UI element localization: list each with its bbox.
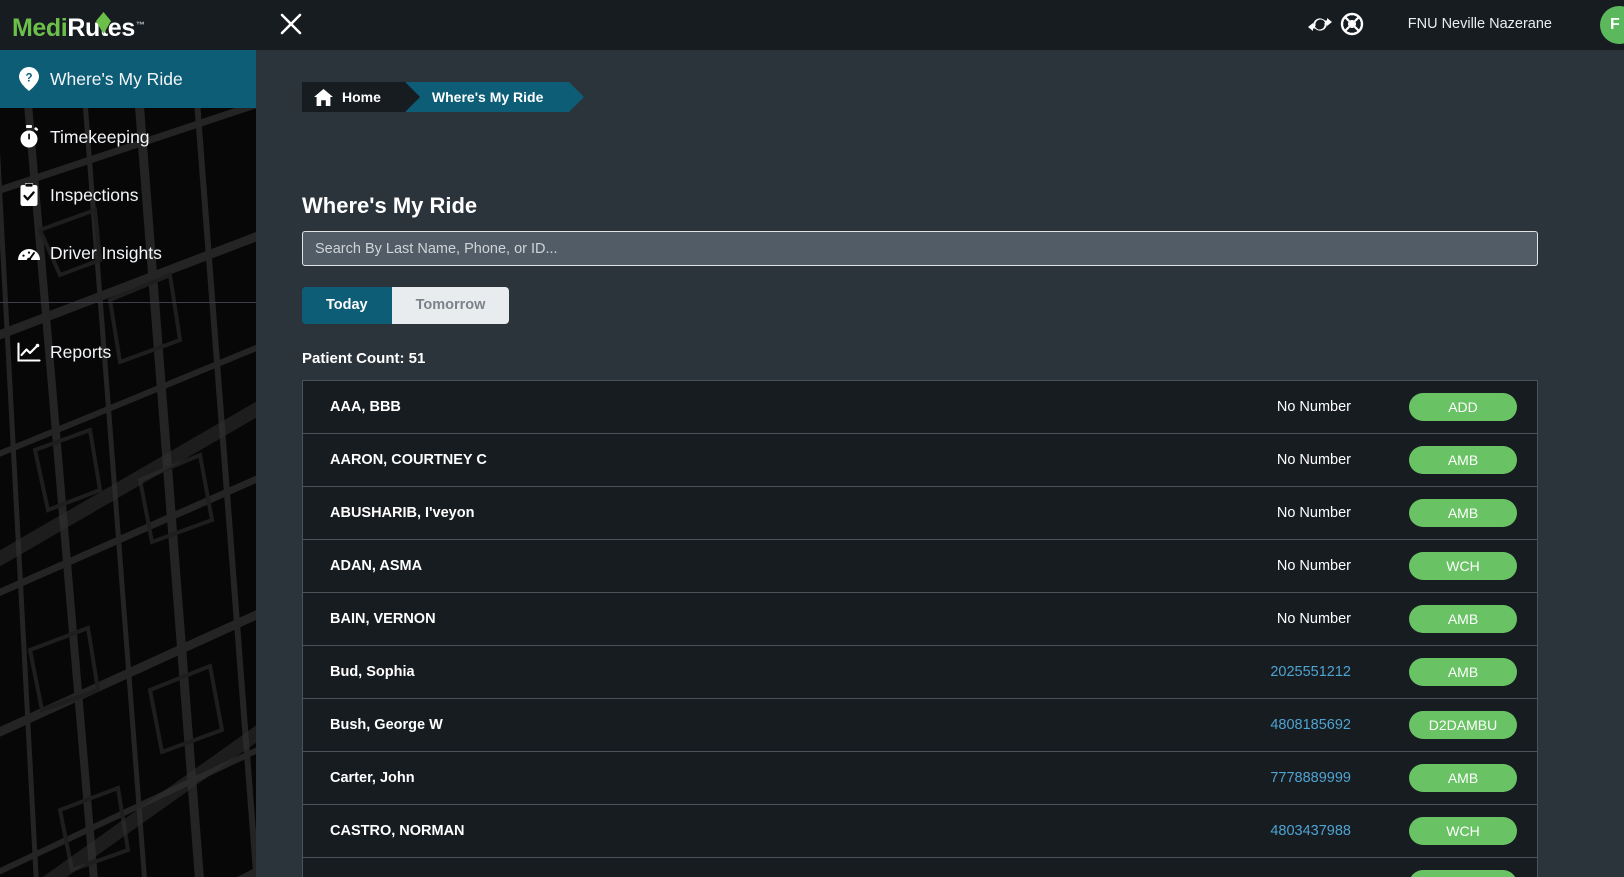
patient-name: AARON, COURTNEY C xyxy=(330,452,487,468)
search-input[interactable] xyxy=(302,231,1538,266)
status-badge[interactable]: AMB xyxy=(1409,605,1517,633)
tab-tomorrow[interactable]: Tomorrow xyxy=(391,287,510,324)
patient-name: ABUSHARIB, I'veyon xyxy=(330,505,475,521)
table-row[interactable]: Bush, George W 4808185692 D2DAMBU xyxy=(303,699,1537,752)
patient-name: Bud, Sophia xyxy=(330,664,415,680)
status-badge[interactable]: WCH xyxy=(1409,552,1517,580)
day-toggle-group: Today Tomorrow xyxy=(302,287,510,324)
patient-phone-none: No Number xyxy=(1276,558,1351,574)
status-badge[interactable]: AMB xyxy=(1409,658,1517,686)
sidebar-item-label: Inspections xyxy=(50,184,139,205)
breadcrumb-home-label: Home xyxy=(342,89,381,105)
chart-line-icon xyxy=(14,339,44,365)
sidebar-item-label: Where's My Ride xyxy=(50,68,183,89)
gauge-icon xyxy=(14,240,44,266)
status-badge[interactable]: D2DAMBU xyxy=(1409,711,1517,739)
map-pin-question-icon: ? xyxy=(14,66,44,92)
avatar[interactable]: F xyxy=(1600,6,1624,44)
table-row[interactable]: ABUSHARIB, I'veyon No Number AMB xyxy=(303,487,1537,540)
logo-pin-icon xyxy=(96,12,111,34)
patient-list: AAA, BBB No Number ADD AARON, COURTNEY C No … xyxy=(302,380,1538,877)
page-title: Where's My Ride xyxy=(302,193,478,218)
close-icon[interactable] xyxy=(274,7,308,41)
patient-count-label: Patient Count: 51 xyxy=(302,350,426,367)
table-row[interactable]: AAA, BBB No Number ADD xyxy=(303,381,1537,434)
table-row[interactable]: Carter, John 7778889999 AMB xyxy=(303,752,1537,805)
sidebar-item-reports[interactable]: Reports xyxy=(0,323,256,381)
status-badge[interactable]: AMB xyxy=(1409,446,1517,474)
main-content: Home Where's My Ride Where's My Ride Tod… xyxy=(256,50,1624,877)
table-row[interactable]: Bud, Sophia 2025551212 AMB xyxy=(303,646,1537,699)
table-row[interactable]: COMITO, ANTHONYNo NumberAMB xyxy=(303,858,1537,877)
patient-name: AAA, BBB xyxy=(330,399,401,415)
svg-text:?: ? xyxy=(25,73,32,85)
patient-name: BAIN, VERNON xyxy=(330,611,436,627)
sidebar-nav: ? Where's My Ride Timekeeping Inspection… xyxy=(0,50,256,381)
patient-phone-link[interactable]: 2025551212 xyxy=(1270,664,1351,680)
status-badge[interactable]: ADD xyxy=(1409,393,1517,421)
patient-phone-link[interactable]: 4808185692 xyxy=(1270,717,1351,733)
table-row[interactable]: AARON, COURTNEY C No Number AMB xyxy=(303,434,1537,487)
sidebar: ? Where's My Ride Timekeeping Inspection… xyxy=(0,50,256,877)
sidebar-item-label: Timekeeping xyxy=(50,126,150,147)
user-name-label: FNU Neville Nazerane xyxy=(1407,16,1552,32)
sidebar-item-inspections[interactable]: Inspections xyxy=(0,166,256,224)
status-badge[interactable]: AMB xyxy=(1409,870,1517,877)
patient-name: Bush, George W xyxy=(330,717,443,733)
clipboard-check-icon xyxy=(14,182,44,208)
patient-phone-link[interactable]: 4803437988 xyxy=(1270,823,1351,839)
patient-phone-link[interactable]: 7778889999 xyxy=(1270,770,1351,786)
logo-medi: Medi xyxy=(12,14,68,42)
sidebar-item-label: Driver Insights xyxy=(50,242,162,263)
status-badge[interactable]: AMB xyxy=(1409,764,1517,792)
sync-icon[interactable] xyxy=(1307,11,1333,37)
app-root: MediRutes™ FNU Neville Nazerane F ? Wher… xyxy=(0,0,1624,877)
status-badge[interactable]: WCH xyxy=(1409,817,1517,845)
life-ring-icon[interactable] xyxy=(1339,11,1365,37)
patient-phone-none: No Number xyxy=(1276,505,1351,521)
home-icon xyxy=(314,88,333,106)
breadcrumb-current-label: Where's My Ride xyxy=(431,89,544,105)
patient-name: ADAN, ASMA xyxy=(330,558,423,574)
sidebar-item-driver-insights[interactable]: Driver Insights xyxy=(0,224,256,282)
breadcrumb: Home Where's My Ride xyxy=(302,82,585,112)
patient-phone-none: No Number xyxy=(1276,399,1351,415)
top-bar: MediRutes™ FNU Neville Nazerane F xyxy=(0,0,1624,50)
breadcrumb-home[interactable]: Home xyxy=(302,82,420,112)
sidebar-item-timekeeping[interactable]: Timekeeping xyxy=(0,108,256,166)
sidebar-item-label: Reports xyxy=(50,341,112,362)
table-row[interactable]: ADAN, ASMA No Number WCH xyxy=(303,540,1537,593)
patient-name: CASTRO, NORMAN xyxy=(330,823,465,839)
app-logo: MediRutes™ xyxy=(12,6,145,47)
patient-phone-none: No Number xyxy=(1276,452,1351,468)
sidebar-item-wheres-my-ride[interactable]: ? Where's My Ride xyxy=(0,50,256,108)
patient-phone-none: No Number xyxy=(1276,611,1351,627)
tab-today[interactable]: Today xyxy=(302,287,392,324)
breadcrumb-current[interactable]: Where's My Ride xyxy=(404,82,585,112)
logo-trademark: ™ xyxy=(135,20,145,30)
table-row[interactable]: BAIN, VERNON No Number AMB xyxy=(303,593,1537,646)
table-row[interactable]: CASTRO, NORMAN 4803437988 WCH xyxy=(303,805,1537,858)
patient-name: Carter, John xyxy=(330,770,415,786)
stopwatch-icon xyxy=(14,124,44,150)
status-badge[interactable]: AMB xyxy=(1409,499,1517,527)
logo-r: R xyxy=(67,14,86,42)
